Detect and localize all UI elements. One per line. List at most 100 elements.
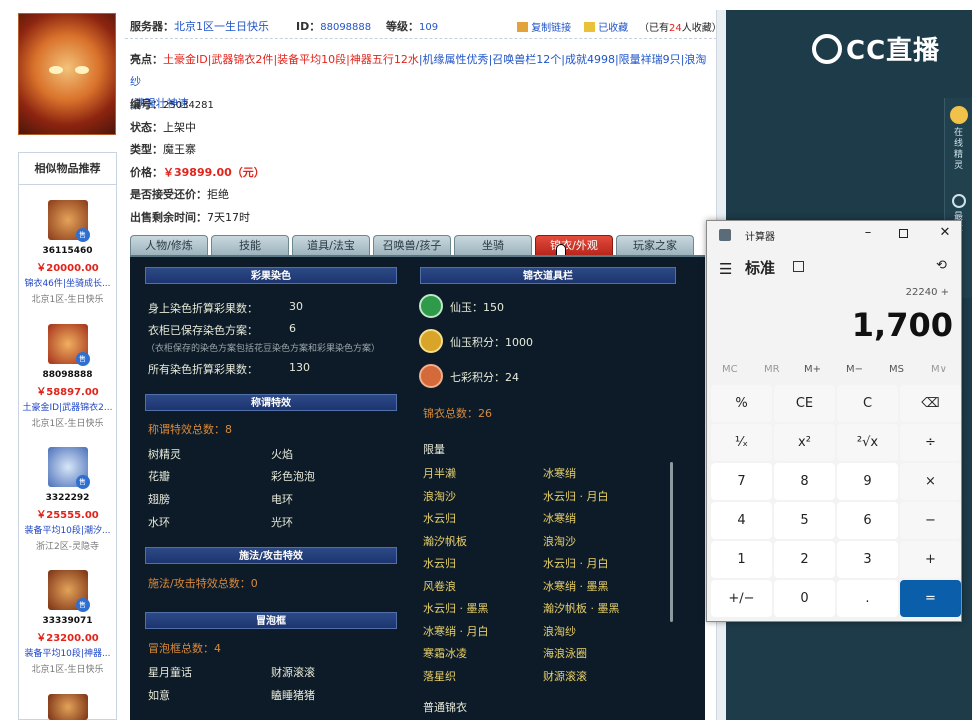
id-label: ID： — [296, 20, 321, 33]
limited-label: 限量 — [423, 443, 445, 456]
item-desc[interactable]: 土豪金ID|武器锦衣2... — [18, 400, 117, 413]
fav-count-prefix: （已有 — [639, 23, 669, 34]
clock-icon[interactable] — [951, 194, 966, 208]
status-row: 状态：上架中 — [130, 119, 196, 135]
memory-store[interactable]: MS — [889, 364, 904, 375]
similar-item[interactable]: 售 36115460 ￥20000.00 锦衣46件|坐骑成长... 北京1区-… — [18, 200, 117, 305]
divide-button[interactable]: ÷ — [900, 424, 961, 461]
limited-item: 风卷浪 — [423, 580, 456, 593]
minimize-button[interactable]: – — [857, 224, 879, 244]
similar-item[interactable]: 售 33339071 ￥23200.00 装备平均10段|神器... 北京1区-… — [18, 570, 117, 675]
item-desc[interactable]: 锦衣46件|坐骑成长... — [18, 276, 117, 289]
digit-7-button[interactable]: 7 — [711, 463, 772, 500]
copy-link-label: 复制链接 — [531, 23, 572, 34]
digit-6-button[interactable]: 6 — [837, 502, 898, 539]
folder-icon — [584, 22, 595, 32]
title-effect-item: 翅膀 — [148, 493, 170, 506]
memory-recall[interactable]: MR — [764, 364, 780, 375]
jade-value: 仙玉：150 — [450, 301, 504, 314]
memory-subtract[interactable]: M− — [846, 364, 863, 375]
item-thumbnail[interactable]: 售 — [47, 324, 90, 366]
digit-4-button[interactable]: 4 — [711, 502, 772, 539]
reciprocal-button[interactable]: ¹⁄ₓ — [711, 424, 772, 461]
dye-value: 6 — [289, 322, 296, 335]
clear-button[interactable]: C — [837, 385, 898, 422]
digit-5-button[interactable]: 5 — [774, 502, 835, 539]
tab-items[interactable]: 道具/法宝 — [292, 235, 370, 255]
memory-clear[interactable]: MC — [722, 364, 738, 375]
square-root-button[interactable]: ²√x — [837, 424, 898, 461]
limited-item: 冰寒绡 · 墨黑 — [543, 580, 609, 593]
equals-button[interactable]: = — [900, 580, 961, 617]
item-server: 北京1区-生日快乐 — [31, 665, 104, 675]
item-thumbnail[interactable]: 售 — [47, 200, 90, 242]
digit-1-button[interactable]: 1 — [711, 541, 772, 578]
memory-add[interactable]: M+ — [804, 364, 821, 375]
digit-8-button[interactable]: 8 — [774, 463, 835, 500]
limited-item: 月半濑 — [423, 467, 456, 480]
bubble-total: 冒泡框总数：4 — [148, 642, 221, 655]
title-effect-total: 称谓特效总数：8 — [148, 423, 232, 436]
add-button[interactable]: + — [900, 541, 961, 578]
item-thumbnail[interactable]: 售 — [47, 447, 90, 489]
similar-item[interactable]: 售 3322292 ￥25555.00 装备平均10段|潮汐... 浙江2区-灵… — [18, 447, 117, 552]
online-sprite-label[interactable]: 在线精灵 — [952, 128, 966, 172]
square-button[interactable]: x² — [774, 424, 835, 461]
tab-outfits[interactable]: 锦衣/外观 — [535, 235, 613, 255]
memory-list[interactable]: M∨ — [931, 364, 947, 375]
similar-item[interactable]: 售 88098888 ￥58897.00 土豪金ID|武器锦衣2... 北京1区… — [18, 324, 117, 429]
history-icon[interactable]: ⟲ — [936, 258, 947, 273]
limited-item: 水云归 — [423, 512, 456, 525]
outfit-panel: 彩果染色 身上染色折算彩果数： 30 衣柜已保存染色方案： 6 （衣柜保存的染色… — [130, 255, 705, 720]
rainbow-points-icon — [419, 364, 443, 388]
menu-icon[interactable]: ☰ — [719, 260, 732, 278]
decimal-button[interactable]: . — [837, 580, 898, 617]
item-id: 33339071 — [42, 616, 93, 626]
digit-2-button[interactable]: 2 — [774, 541, 835, 578]
item-desc[interactable]: 装备平均10段|潮汐... — [18, 523, 117, 536]
clear-entry-button[interactable]: CE — [774, 385, 835, 422]
item-id: 3322292 — [45, 493, 90, 503]
status-label: 状态： — [130, 121, 163, 134]
limited-item: 财源滚滚 — [543, 670, 587, 683]
sprite-icon[interactable] — [949, 106, 968, 124]
item-desc[interactable]: 装备平均10段|神器... — [18, 646, 117, 659]
limited-item: 海浪泳圈 — [543, 647, 587, 660]
tab-mounts[interactable]: 坐骑 — [454, 235, 532, 255]
maximize-button[interactable] — [899, 229, 908, 238]
item-price: ￥20000.00 — [36, 263, 99, 274]
jade-points-icon — [419, 329, 443, 353]
dye-section-title: 彩果染色 — [145, 267, 397, 284]
close-button[interactable]: ✕ — [937, 224, 953, 244]
keep-on-top-icon[interactable] — [793, 261, 804, 272]
rainbow-points-value: 七彩积分：24 — [450, 371, 519, 384]
type-label: 类型： — [130, 143, 163, 156]
item-price: ￥58897.00 — [36, 387, 99, 398]
tab-pets[interactable]: 召唤兽/孩子 — [373, 235, 451, 255]
highlight-item: |武器锦衣2件 — [207, 53, 274, 66]
limited-item: 瀚汐帆板 · 墨黑 — [543, 602, 620, 615]
multiply-button[interactable]: × — [900, 463, 961, 500]
tab-skills[interactable]: 技能 — [211, 235, 289, 255]
subtract-button[interactable]: − — [900, 502, 961, 539]
digit-0-button[interactable]: 0 — [774, 580, 835, 617]
copy-link-button[interactable]: 复制链接 — [517, 19, 571, 34]
digit-9-button[interactable]: 9 — [837, 463, 898, 500]
favorite-button[interactable]: 已收藏 — [584, 19, 628, 34]
highlight-item: 土豪金ID — [163, 53, 208, 66]
percent-button[interactable]: % — [711, 385, 772, 422]
jade-icon — [419, 294, 443, 318]
favorite-count: （已有24人收藏） — [639, 19, 722, 34]
digit-3-button[interactable]: 3 — [837, 541, 898, 578]
title-effect-item: 彩色泡泡 — [271, 470, 315, 483]
negate-button[interactable]: +∕− — [711, 580, 772, 617]
tab-home[interactable]: 玩家之家 — [616, 235, 694, 255]
backspace-button[interactable]: ⌫ — [900, 385, 961, 422]
item-thumbnail[interactable]: 售 — [47, 570, 90, 612]
item-thumbnail[interactable] — [48, 694, 88, 720]
limited-item: 浪淘沙 — [423, 490, 456, 503]
dye-label: 衣柜已保存染色方案： — [148, 324, 258, 337]
similar-items-title: 相似物品推荐 — [18, 152, 117, 185]
tab-character[interactable]: 人物/修炼 — [130, 235, 208, 255]
list-scrollbar[interactable] — [670, 462, 673, 622]
